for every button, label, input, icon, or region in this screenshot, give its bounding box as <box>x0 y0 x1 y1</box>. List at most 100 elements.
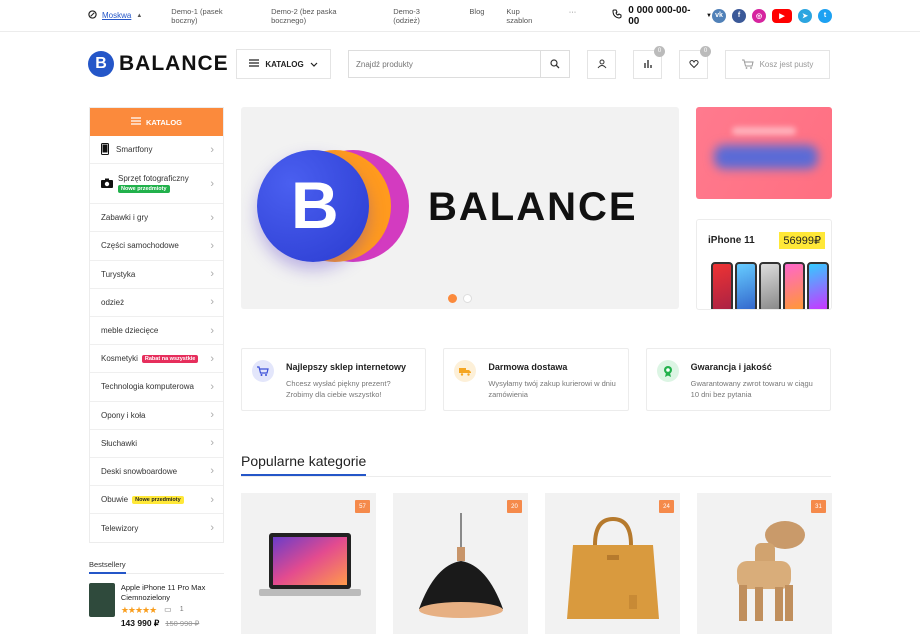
sidebar-item-tourism[interactable]: Turystyka › <box>90 261 223 289</box>
category-card-laptops[interactable]: 57 <box>241 493 376 634</box>
sidebar-item-photo[interactable]: Sprzęt fotograficzny Nowe przedmioty › <box>90 164 223 205</box>
top-nav-demo3[interactable]: Demo-3 (odzież) <box>393 7 447 25</box>
katalog-button[interactable]: KATALOG <box>236 49 331 79</box>
sidebar-item-snowboards[interactable]: Deski snowboardowe › <box>90 458 223 487</box>
sidebar-item-label: Kosmetyki <box>101 354 138 364</box>
new-items-badge: Nowe przedmioty <box>118 185 170 194</box>
sidebar-header[interactable]: KATALOG <box>90 108 223 136</box>
social-links: vk f ◎ ▶ ➤ t <box>712 8 832 23</box>
search-icon <box>550 59 560 69</box>
sidebar-item-computers[interactable]: Technologia komputerowa › <box>90 373 223 402</box>
twitter-icon[interactable]: t <box>818 8 832 23</box>
sidebar-title: KATALOG <box>146 117 182 127</box>
feature-free-delivery: Darmowa dostawa Wysyłamy twój zakup kuri… <box>443 348 629 411</box>
sidebar-item-label: Deski snowboardowe <box>101 466 178 476</box>
sidebar-item-label: Smartfony <box>116 145 153 155</box>
sidebar-item-toys[interactable]: Zabawki i gry › <box>90 204 223 233</box>
hero-brand-text: BALANCE <box>428 185 638 229</box>
sidebar-item-smartphones[interactable]: Smartfony › <box>90 136 223 165</box>
search-input[interactable] <box>349 51 540 77</box>
logo[interactable]: B BALANCE <box>88 51 236 77</box>
caret-up-icon: ▲ <box>136 12 143 19</box>
feature-desc: Wysyłamy twój zakup kurierowi w dniu zam… <box>488 379 616 399</box>
top-nav-blog[interactable]: Blog <box>469 7 484 25</box>
chevron-right-icon: › <box>210 493 214 506</box>
chevron-right-icon: › <box>210 465 214 478</box>
laptop-image <box>259 533 361 596</box>
compare-button[interactable]: 0 <box>633 45 665 79</box>
sidebar-item-tires[interactable]: Opony i koła › <box>90 402 223 430</box>
sidebar-item-label: Obuwie <box>101 495 129 505</box>
chevron-right-icon: › <box>210 522 214 535</box>
phone-number[interactable]: 0 000 000-00-00 ▼ <box>612 5 712 27</box>
top-bar: Moskwa ▲ Demo-1 (pasek boczny) Demo-2 (b… <box>0 0 920 32</box>
heart-icon <box>688 60 699 69</box>
hero-slider[interactable]: B BALANCE <box>241 107 679 309</box>
menu-icon <box>131 117 142 127</box>
youtube-icon[interactable]: ▶ <box>772 8 792 23</box>
top-nav-demo1[interactable]: Demo-1 (pasek boczny) <box>171 7 249 25</box>
blurred-text <box>732 127 796 135</box>
top-nav-buy[interactable]: Kup szablon <box>506 7 546 25</box>
chevron-right-icon: › <box>210 296 214 309</box>
sidebar-item-clothing[interactable]: odzież › <box>90 289 223 317</box>
logo-mark: B <box>88 51 114 77</box>
sidebar-item-tv[interactable]: Telewizory › <box>90 514 223 542</box>
search-button[interactable] <box>540 51 569 77</box>
city-label[interactable]: Moskwa <box>102 11 131 20</box>
account-button[interactable] <box>587 49 616 79</box>
telegram-icon[interactable]: ➤ <box>798 8 812 23</box>
features-row: Najlepszy sklep internetowy Chcesz wysła… <box>241 348 831 411</box>
bestsellers-title: Bestsellery <box>89 560 224 574</box>
wishlist-button[interactable]: 0 <box>679 45 711 79</box>
sidebar-item-headphones[interactable]: Słuchawki › <box>90 430 223 458</box>
vk-icon[interactable]: vk <box>712 8 726 23</box>
lamp-image <box>419 513 503 618</box>
category-card-toys[interactable]: 31 <box>697 493 832 634</box>
feature-best-shop: Najlepszy sklep internetowy Chcesz wysła… <box>241 348 427 411</box>
sidebar-item-label: Części samochodowe <box>101 241 179 251</box>
instagram-icon[interactable]: ◎ <box>752 8 766 23</box>
bestseller-item[interactable]: Apple iPhone 11 Pro Max Ciemnozielony ★★… <box>89 583 224 629</box>
top-nav-more[interactable]: ··· <box>569 7 577 25</box>
slider-dot-1[interactable] <box>448 294 457 303</box>
menu-icon <box>249 59 260 69</box>
promo-banner-sale[interactable] <box>696 107 832 199</box>
category-grid: 57 20 24 31 <box>241 493 832 634</box>
cart-button[interactable]: Kosz jest pusty <box>725 49 830 79</box>
promo-banner-iphone[interactable]: iPhone 11 56999₽ <box>696 219 832 310</box>
feature-desc: Chcesz wysłać piękny prezent? Zrobimy dl… <box>286 379 391 399</box>
facebook-icon[interactable]: f <box>732 8 746 23</box>
blurred-sale-badge <box>714 145 818 169</box>
chevron-right-icon: › <box>210 437 214 450</box>
sidebar-item-kids-furniture[interactable]: meble dziecięce › <box>90 317 223 346</box>
sidebar-item-label: Telewizory <box>101 523 139 533</box>
promo-price: 56999₽ <box>779 232 825 249</box>
slider-dots <box>448 294 472 303</box>
chevron-right-icon: › <box>210 352 214 365</box>
sidebar-item-cosmetics[interactable]: Kosmetyki Rabat na wszystkie › <box>90 345 223 374</box>
sidebar-item-shoes[interactable]: Obuwie Nowe przedmioty › <box>90 486 223 515</box>
popular-categories-header: Popularne kategorie <box>241 453 831 477</box>
bag-image <box>567 516 659 619</box>
wishlist-count: 0 <box>700 45 711 57</box>
product-name[interactable]: Apple iPhone 11 Pro Max Ciemnozielony <box>121 583 224 603</box>
cart-icon <box>252 360 274 382</box>
category-card-bags[interactable]: 24 <box>545 493 680 634</box>
product-old-price: 150 990 ₽ <box>165 619 200 628</box>
slider-dot-2[interactable] <box>463 294 472 303</box>
category-count: 24 <box>659 500 674 513</box>
top-nav-demo2[interactable]: Demo-2 (bez paska bocznego) <box>271 7 371 25</box>
smartphone-icon <box>101 142 109 157</box>
category-count: 57 <box>355 500 370 513</box>
category-card-lamps[interactable]: 20 <box>393 493 528 634</box>
wooden-dog-image <box>737 521 805 621</box>
search-box <box>348 50 570 78</box>
city-selector[interactable]: Moskwa ▲ <box>88 10 142 21</box>
product-image[interactable] <box>89 583 115 617</box>
review-count: 1 <box>179 606 184 613</box>
user-icon <box>597 59 606 69</box>
sidebar-item-car-parts[interactable]: Części samochodowe › <box>90 232 223 261</box>
chevron-right-icon: › <box>210 380 214 393</box>
category-count: 31 <box>811 500 826 513</box>
